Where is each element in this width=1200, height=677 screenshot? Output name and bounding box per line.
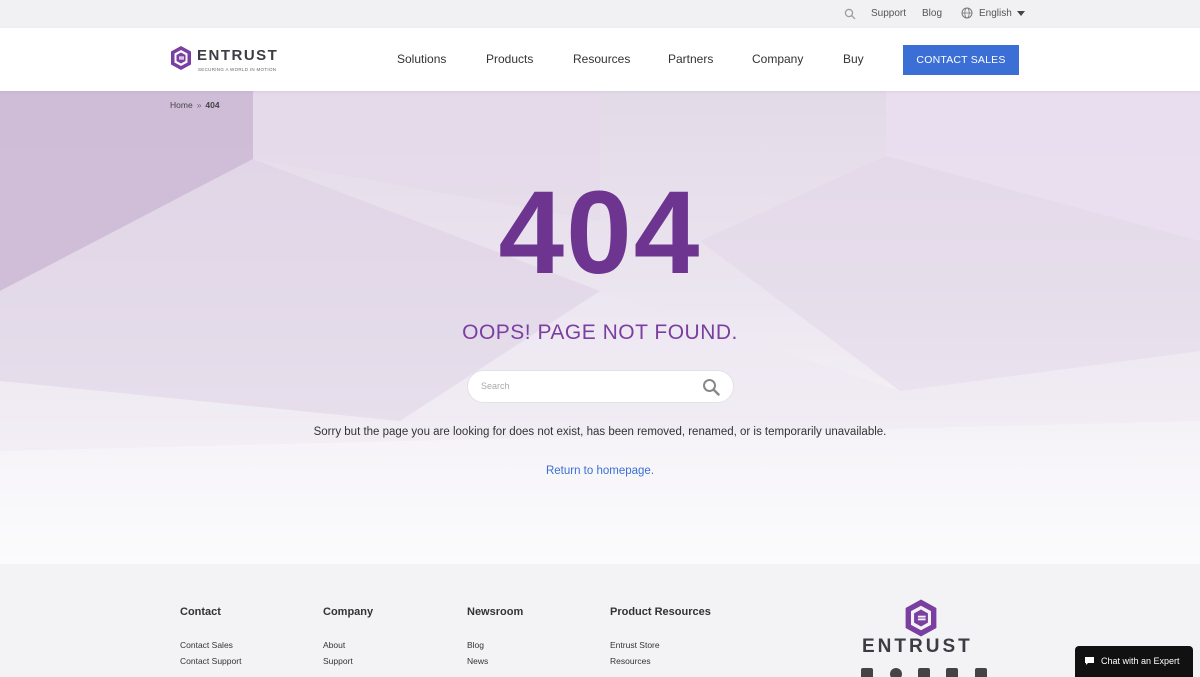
nav-buy[interactable]: Buy (843, 52, 864, 66)
footer-link-support[interactable]: Support (323, 656, 373, 666)
site-footer: Contact Contact Sales Contact Support Co… (0, 564, 1200, 677)
nav-partners[interactable]: Partners (668, 52, 713, 66)
breadcrumb-current: 404 (205, 100, 220, 110)
footer-column-product-resources: Product Resources Entrust Store Resource… (610, 606, 711, 672)
footer-logo-wordmark: ENTRUST (862, 636, 973, 657)
nav-products[interactable]: Products (486, 52, 533, 66)
main-navigation: ENTRUST SECURING A WORLD IN MOTION Solut… (0, 28, 1200, 91)
error-message: Sorry but the page you are looking for d… (313, 426, 887, 438)
error-heading: OOPS! PAGE NOT FOUND. (462, 321, 738, 344)
youtube-icon[interactable] (975, 668, 987, 677)
error-code: 404 (498, 167, 702, 299)
entrust-logo[interactable]: ENTRUST SECURING A WORLD IN MOTION (170, 45, 280, 75)
entrust-logo-mark-icon (905, 599, 937, 637)
footer-link-about[interactable]: About (323, 640, 373, 650)
footer-column-title: Product Resources (610, 606, 711, 618)
footer-link-news[interactable]: News (467, 656, 523, 666)
nav-solutions[interactable]: Solutions (397, 52, 446, 66)
nav-company[interactable]: Company (752, 52, 803, 66)
twitter-icon[interactable] (861, 668, 873, 677)
breadcrumb-separator: » (196, 100, 202, 110)
globe-icon (961, 7, 973, 19)
logo-tagline: SECURING A WORLD IN MOTION (198, 67, 277, 72)
nav-resources[interactable]: Resources (573, 52, 630, 66)
language-selector[interactable]: English (979, 8, 1012, 20)
chat-bubble-icon (1085, 657, 1094, 665)
search-icon[interactable] (702, 378, 720, 396)
footer-column-contact: Contact Contact Sales Contact Support (180, 606, 241, 672)
footer-column-title: Newsroom (467, 606, 524, 618)
breadcrumb-home[interactable]: Home (170, 100, 193, 110)
search-icon[interactable] (844, 8, 856, 20)
footer-link-contact-support[interactable]: Contact Support (180, 656, 241, 666)
error-hero: Home» 404 404 OOPS! PAGE NOT FOUND. Searc… (0, 91, 1200, 564)
linkedin-icon[interactable] (946, 668, 958, 677)
chevron-down-icon[interactable] (1017, 11, 1025, 16)
chat-label: Chat with an Expert (1101, 656, 1180, 666)
instagram-icon[interactable] (918, 668, 930, 677)
footer-link-resources[interactable]: Resources (610, 656, 711, 666)
footer-column-company: Company About Support (323, 606, 373, 672)
support-link[interactable]: Support (871, 8, 906, 20)
facebook-icon[interactable] (890, 668, 902, 677)
breadcrumb: Home» 404 (170, 100, 220, 110)
search-field[interactable]: Search (467, 370, 734, 403)
blog-link[interactable]: Blog (922, 8, 942, 20)
footer-link-blog[interactable]: Blog (467, 640, 523, 650)
chat-with-expert-button[interactable]: Chat with an Expert (1075, 646, 1193, 677)
utility-bar: Support Blog English (0, 0, 1200, 28)
footer-column-newsroom: Newsroom Blog News (467, 606, 523, 672)
footer-link-entrust-store[interactable]: Entrust Store (610, 640, 711, 650)
logo-wordmark: ENTRUST (197, 47, 279, 64)
search-input[interactable]: Search (481, 381, 510, 392)
footer-link-contact-sales[interactable]: Contact Sales (180, 640, 241, 650)
return-homepage-link[interactable]: Return to homepage. (0, 464, 1200, 478)
footer-column-title: Contact (180, 606, 221, 618)
footer-column-title: Company (323, 606, 374, 618)
contact-sales-button[interactable]: CONTACT SALES (903, 45, 1019, 75)
entrust-logo-mark-icon (171, 46, 191, 70)
